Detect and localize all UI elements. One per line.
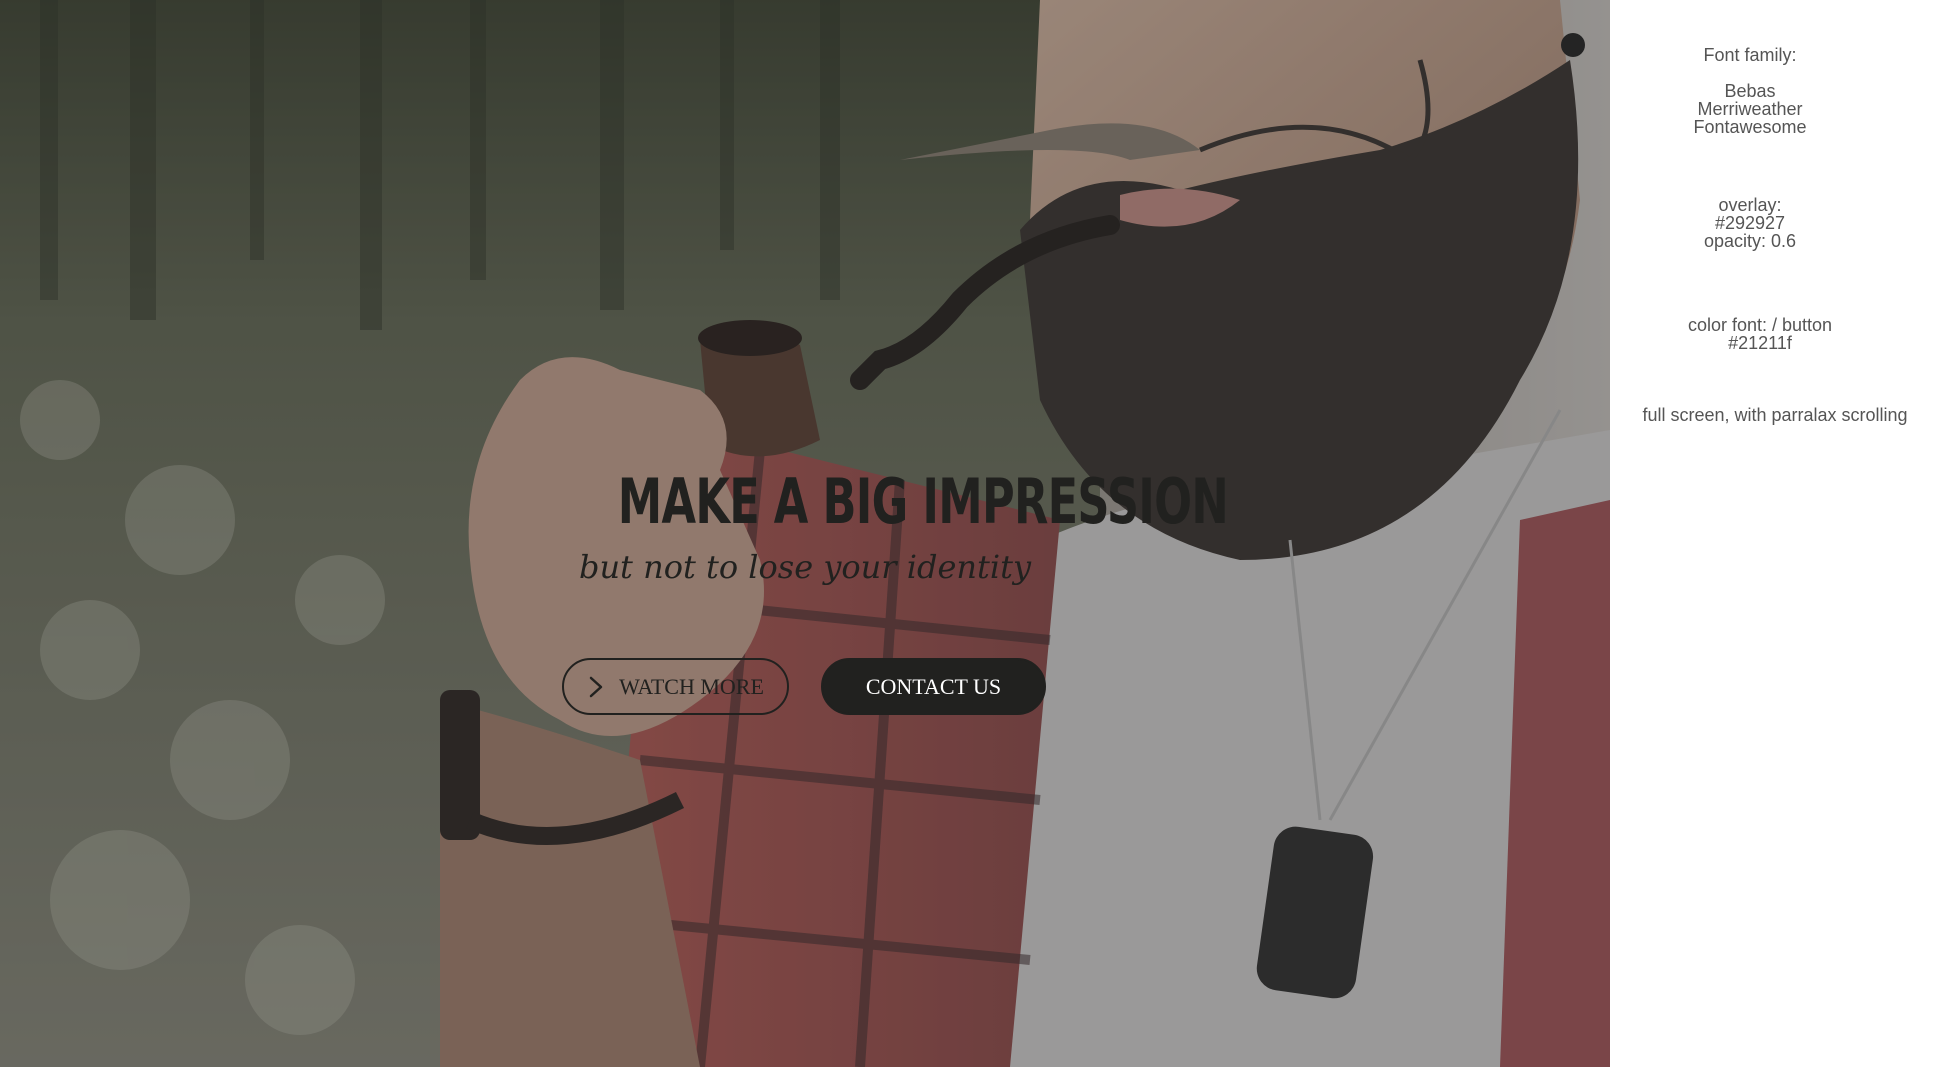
color-value: #21211f: [1728, 333, 1792, 353]
overlay-color: #292927: [1714, 213, 1786, 233]
contact-us-button[interactable]: CONTACT US: [821, 658, 1046, 715]
scroll-note: full screen, with parralax scrolling: [1620, 406, 1930, 424]
color-label: color font: / button: [1687, 315, 1833, 335]
design-notes-panel: Font family: Bebas Merriweather Fontawes…: [1610, 0, 1945, 1067]
watch-more-button[interactable]: WATCH MORE: [562, 658, 789, 715]
color-note: color font: / button #21211f: [1610, 316, 1910, 352]
font-family-note: Font family: Bebas Merriweather Fontawes…: [1610, 46, 1890, 136]
scroll-note-text: full screen, with parralax scrolling: [1642, 405, 1908, 425]
watch-more-label: WATCH MORE: [619, 673, 764, 699]
font-name: Bebas: [1724, 81, 1776, 101]
hero-subtitle: but not to lose your identity: [578, 548, 1032, 586]
hero-section: MAKE A BIG IMPRESSION but not to lose yo…: [0, 0, 1610, 1067]
overlay-opacity: opacity: 0.6: [1703, 231, 1797, 251]
overlay-label: overlay:: [1718, 195, 1782, 215]
overlay-note: overlay: #292927 opacity: 0.6: [1610, 196, 1890, 250]
font-family-label: Font family:: [1703, 45, 1797, 65]
contact-us-label: CONTACT US: [865, 673, 1002, 699]
hero-title: MAKE A BIG IMPRESSION: [617, 465, 1229, 538]
chevron-right-icon: [589, 676, 603, 697]
font-name: Merriweather: [1697, 99, 1803, 119]
font-name: Fontawesome: [1693, 117, 1807, 137]
